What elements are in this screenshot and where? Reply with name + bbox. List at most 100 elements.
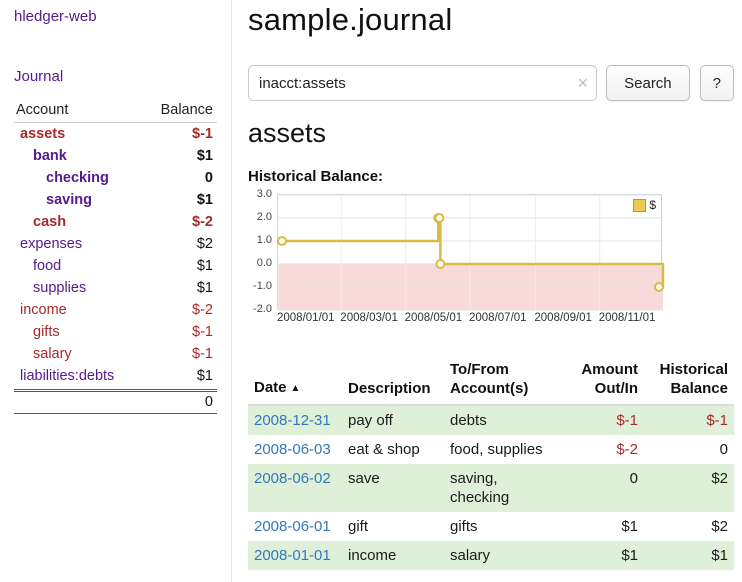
account-balance: $-2 — [192, 211, 213, 233]
register-accounts: gifts — [444, 512, 556, 541]
account-link-checking[interactable]: checking — [14, 167, 109, 189]
account-row: gifts $-1 — [14, 321, 217, 343]
account-row: bank $1 — [14, 145, 217, 167]
transaction-date-link[interactable]: 2008-06-02 — [254, 470, 331, 487]
account-row: salary$-1 — [14, 343, 217, 365]
account-heading: assets — [248, 118, 734, 149]
y-axis-label: 3.0 — [257, 188, 272, 200]
register-amount: $1 — [556, 541, 644, 570]
search-button[interactable]: Search — [606, 65, 690, 101]
register-description: pay off — [342, 405, 444, 435]
account-link-food[interactable]: food — [14, 255, 61, 277]
account-balance: $1 — [197, 145, 213, 167]
register-date-cell: 2008-06-02 — [248, 464, 342, 512]
help-button[interactable]: ? — [700, 65, 734, 101]
register-date-cell: 2008-06-03 — [248, 435, 342, 464]
account-link-gifts[interactable]: gifts — [14, 321, 60, 343]
register-col-date[interactable]: Date▲ — [248, 358, 342, 405]
register-col-amount: Amount Out/In — [556, 358, 644, 405]
account-link-expenses[interactable]: expenses — [14, 233, 82, 255]
y-axis-label: 2.0 — [257, 211, 272, 223]
y-axis-label: 0.0 — [257, 257, 272, 269]
main-content: sample.journal × Search ? assets Histori… — [248, 0, 734, 570]
register-row: 2008-12-31pay offdebts$-1$-1 — [248, 405, 734, 435]
account-row: assets $-1 — [14, 123, 217, 145]
legend-swatch-icon — [633, 199, 646, 212]
chart-x-axis: 2008/01/012008/03/012008/05/012008/07/01… — [277, 312, 662, 327]
y-axis-label: -2.0 — [253, 303, 272, 315]
register-col-accounts: To/From Account(s) — [444, 358, 556, 405]
register-row: 2008-06-02savesaving, checking0$2 — [248, 464, 734, 512]
account-row: cash $-2 — [14, 211, 217, 233]
account-link-assets[interactable]: assets — [14, 123, 65, 145]
x-axis-label: 2008/09/01 — [534, 312, 597, 324]
account-row: food $1 — [14, 255, 217, 277]
accounts-total-value: 0 — [205, 394, 213, 410]
register-date-cell: 2008-01-01 — [248, 541, 342, 570]
account-row: income$-2 — [14, 299, 217, 321]
register-accounts: food, supplies — [444, 435, 556, 464]
account-link-saving[interactable]: saving — [14, 189, 92, 211]
register-col-date-label: Date — [254, 379, 287, 396]
register-col-balance: Historical Balance — [644, 358, 734, 405]
register-amount: 0 — [556, 464, 644, 512]
transaction-date-link[interactable]: 2008-12-31 — [254, 412, 331, 429]
register-balance: 0 — [644, 435, 734, 464]
account-row: expenses $2 — [14, 233, 217, 255]
accounts-col-balance: Balance — [161, 102, 213, 118]
search-form: × Search ? — [248, 65, 734, 101]
accounts-col-account: Account — [16, 102, 68, 118]
transaction-date-link[interactable]: 2008-06-03 — [254, 441, 331, 458]
account-link-supplies[interactable]: supplies — [14, 277, 86, 299]
x-axis-label: 2008/07/01 — [469, 312, 532, 324]
y-axis-label: 1.0 — [257, 234, 272, 246]
search-box: × — [248, 65, 597, 101]
transaction-date-link[interactable]: 2008-06-01 — [254, 518, 331, 535]
account-balance: $2 — [197, 233, 213, 255]
register-balance: $2 — [644, 512, 734, 541]
accounts-table-header: Account Balance — [14, 102, 217, 123]
chart-y-axis: 3.02.01.00.0-1.0-2.0 — [248, 194, 274, 309]
accounts-table: Account Balance assets $-1 bank $1 checking 0… — [14, 102, 217, 414]
register-description: gift — [342, 512, 444, 541]
account-link-bank[interactable]: bank — [14, 145, 67, 167]
register-balance: $1 — [644, 541, 734, 570]
register-accounts: saving, checking — [444, 464, 556, 512]
account-balance: $-1 — [192, 321, 213, 343]
register-accounts: salary — [444, 541, 556, 570]
account-balance: $-1 — [192, 123, 213, 145]
sidebar-item-journal[interactable]: Journal — [14, 68, 217, 85]
page-title: sample.journal — [248, 2, 734, 38]
register-accounts: debts — [444, 405, 556, 435]
account-link-cash[interactable]: cash — [14, 211, 66, 233]
account-link-salary[interactable]: salary — [14, 343, 72, 365]
search-input[interactable] — [248, 65, 597, 101]
clear-search-icon[interactable]: × — [578, 74, 589, 92]
x-axis-label: 2008/05/01 — [405, 312, 468, 324]
chart-title: Historical Balance: — [248, 168, 734, 185]
account-link-liabilities-debts[interactable]: liabilities:debts — [14, 365, 114, 387]
register-amount: $1 — [556, 512, 644, 541]
hledger-web-app: { "app": { "title": "hledger-web" }, "si… — [0, 0, 742, 582]
account-row: liabilities:debts $1 — [14, 365, 217, 387]
register-header-row: Date▲ Description To/From Account(s) Amo… — [248, 358, 734, 405]
register-date-cell: 2008-06-01 — [248, 512, 342, 541]
x-axis-label: 2008/01/01 — [277, 312, 340, 324]
register-description: income — [342, 541, 444, 570]
account-balance: 0 — [205, 167, 213, 189]
account-balance: $1 — [197, 189, 213, 211]
account-link-income[interactable]: income — [14, 299, 67, 321]
register-table: Date▲ Description To/From Account(s) Amo… — [248, 358, 734, 570]
register-row: 2008-01-01incomesalary$1$1 — [248, 541, 734, 570]
app-title-link[interactable]: hledger-web — [14, 8, 217, 25]
register-date-cell: 2008-12-31 — [248, 405, 342, 435]
register-col-description: Description — [342, 358, 444, 405]
register-amount: $-1 — [556, 405, 644, 435]
sidebar: hledger-web Journal Account Balance asse… — [0, 0, 232, 582]
accounts-rows: assets$-1bank$1checking0saving$1cash$-2e… — [14, 123, 217, 387]
account-balance: $1 — [197, 255, 213, 277]
transaction-date-link[interactable]: 2008-01-01 — [254, 547, 331, 564]
register-amount: $-2 — [556, 435, 644, 464]
balance-chart: 3.02.01.00.0-1.0-2.0 $ 2008/01/012008/03… — [248, 194, 734, 332]
account-balance: $1 — [197, 365, 213, 387]
